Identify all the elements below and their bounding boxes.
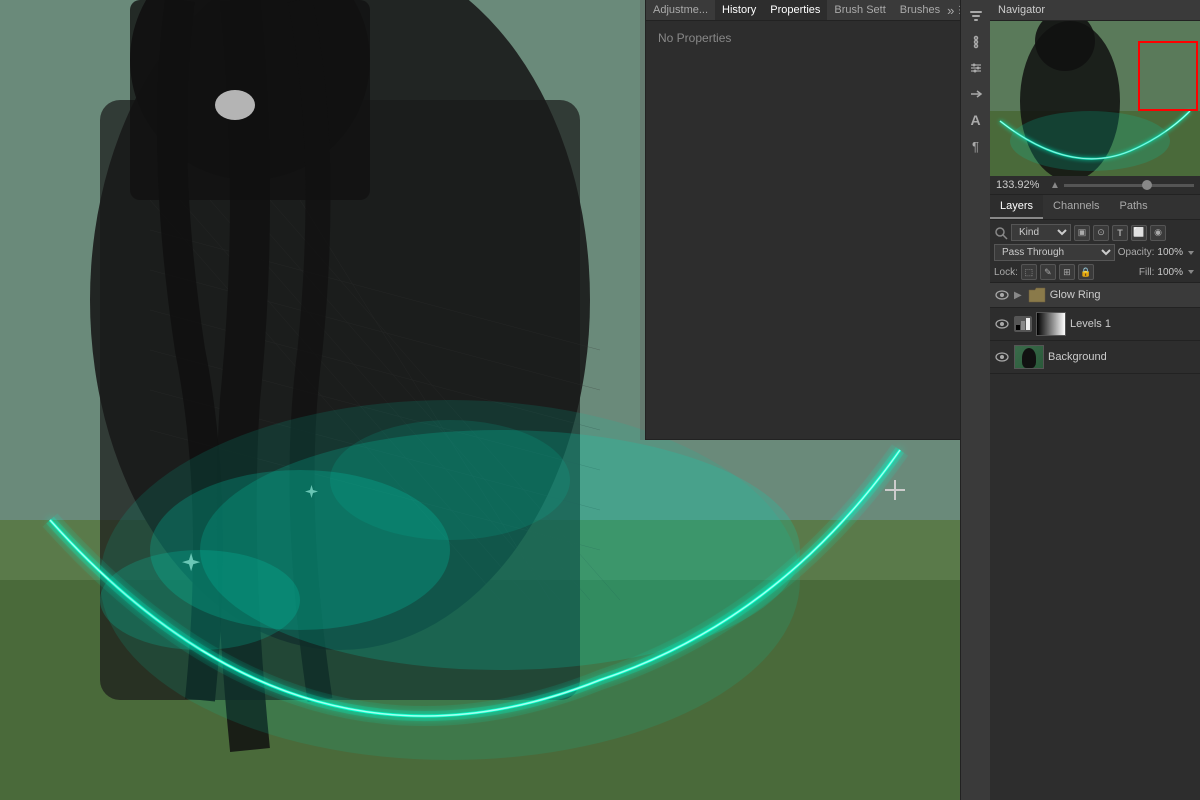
panel-tab-bar: Adjustme... History Properties Brush Set… [646, 0, 960, 21]
folder-icon [1028, 287, 1046, 303]
tab-brush-settings[interactable]: Brush Sett [827, 0, 892, 20]
shape-icon[interactable]: ⬜ [1131, 225, 1147, 241]
zoom-percentage: 133.92% [996, 179, 1046, 191]
text-icon[interactable]: A [964, 108, 988, 132]
blend-mode-select[interactable]: Pass Through [994, 244, 1115, 261]
options-icon[interactable] [964, 30, 988, 54]
lock-all-icon[interactable]: 🔒 [1078, 264, 1094, 280]
search-icon [994, 226, 1008, 240]
paragraph-icon[interactable]: ¶ [964, 134, 988, 158]
lock-pixel-icon[interactable]: ✎ [1040, 264, 1056, 280]
navigator-header: Navigator [990, 0, 1200, 21]
layer-visibility-glow-ring[interactable] [994, 287, 1010, 303]
background-thumb [1014, 345, 1044, 369]
layer-name-background: Background [1048, 351, 1196, 363]
zoom-slider-thumb [1142, 180, 1152, 190]
tab-history[interactable]: History [715, 0, 763, 20]
filter-icon[interactable] [964, 4, 988, 28]
levels-icon [1014, 316, 1032, 332]
layer-levels-1[interactable]: Levels 1 [990, 308, 1200, 341]
type-icon[interactable]: T [1112, 225, 1128, 241]
tab-paths[interactable]: Paths [1110, 195, 1158, 219]
layer-visibility-levels-1[interactable] [994, 316, 1010, 332]
arrow-icon[interactable] [964, 82, 988, 106]
tab-channels[interactable]: Channels [1043, 195, 1109, 219]
layer-name-levels-1: Levels 1 [1070, 318, 1196, 330]
layer-glow-ring[interactable]: ▶ Glow Ring [990, 283, 1200, 308]
kind-select[interactable]: Kind [1011, 224, 1071, 241]
no-properties-text: No Properties [646, 21, 960, 55]
lock-row: Lock: ⬚ ✎ ⊞ 🔒 Fill: 100% [994, 264, 1196, 280]
layer-name-glow-ring: Glow Ring [1050, 289, 1196, 301]
lock-label: Lock: [994, 267, 1018, 278]
tab-adjustments[interactable]: Adjustme... [646, 0, 715, 20]
opacity-dropdown-icon[interactable] [1186, 248, 1196, 258]
kind-row: Kind ▣ ⊙ T ⬜ ◉ [994, 224, 1196, 241]
zoom-bar: 133.92% ▲ [990, 176, 1200, 195]
fill-label: Fill: [1139, 267, 1155, 278]
zoom-down-icon[interactable]: ▲ [1050, 180, 1060, 191]
levels-mask-thumb [1036, 312, 1066, 336]
opacity-label: Opacity: [1118, 247, 1155, 258]
navigator-preview [990, 21, 1200, 176]
properties-panel: Adjustme... History Properties Brush Set… [645, 0, 960, 440]
fill-value: 100% [1157, 267, 1183, 278]
blend-mode-row: Pass Through Opacity: 100% [994, 244, 1196, 261]
layers-controls: Kind ▣ ⊙ T ⬜ ◉ Pass Through Opacity: 100… [990, 220, 1200, 283]
pixel-icon[interactable]: ▣ [1074, 225, 1090, 241]
layer-visibility-background[interactable] [994, 349, 1010, 365]
lock-artboard-icon[interactable]: ⊞ [1059, 264, 1075, 280]
right-toolbar: A ¶ [960, 0, 990, 800]
layers-list: ▶ Glow Ring Levels 1 [990, 283, 1200, 800]
right-panel: Navigator 133. [990, 0, 1200, 800]
tab-layers[interactable]: Layers [990, 195, 1043, 219]
adjust-icon[interactable] [964, 56, 988, 80]
layer-expand-arrow[interactable]: ▶ [1014, 290, 1022, 301]
lock-position-icon[interactable]: ⬚ [1021, 264, 1037, 280]
smart-object-icon[interactable]: ◉ [1150, 225, 1166, 241]
layers-tabs: Layers Channels Paths [990, 195, 1200, 220]
tab-brushes[interactable]: Brushes [893, 0, 947, 20]
layer-background[interactable]: Background [990, 341, 1200, 374]
zoom-slider[interactable] [1064, 184, 1194, 187]
opacity-value: 100% [1157, 247, 1183, 258]
adjustment-icon[interactable]: ⊙ [1093, 225, 1109, 241]
tab-properties[interactable]: Properties [763, 0, 827, 20]
panel-expand-icon[interactable]: » [947, 3, 954, 18]
fill-dropdown-icon[interactable] [1186, 267, 1196, 277]
